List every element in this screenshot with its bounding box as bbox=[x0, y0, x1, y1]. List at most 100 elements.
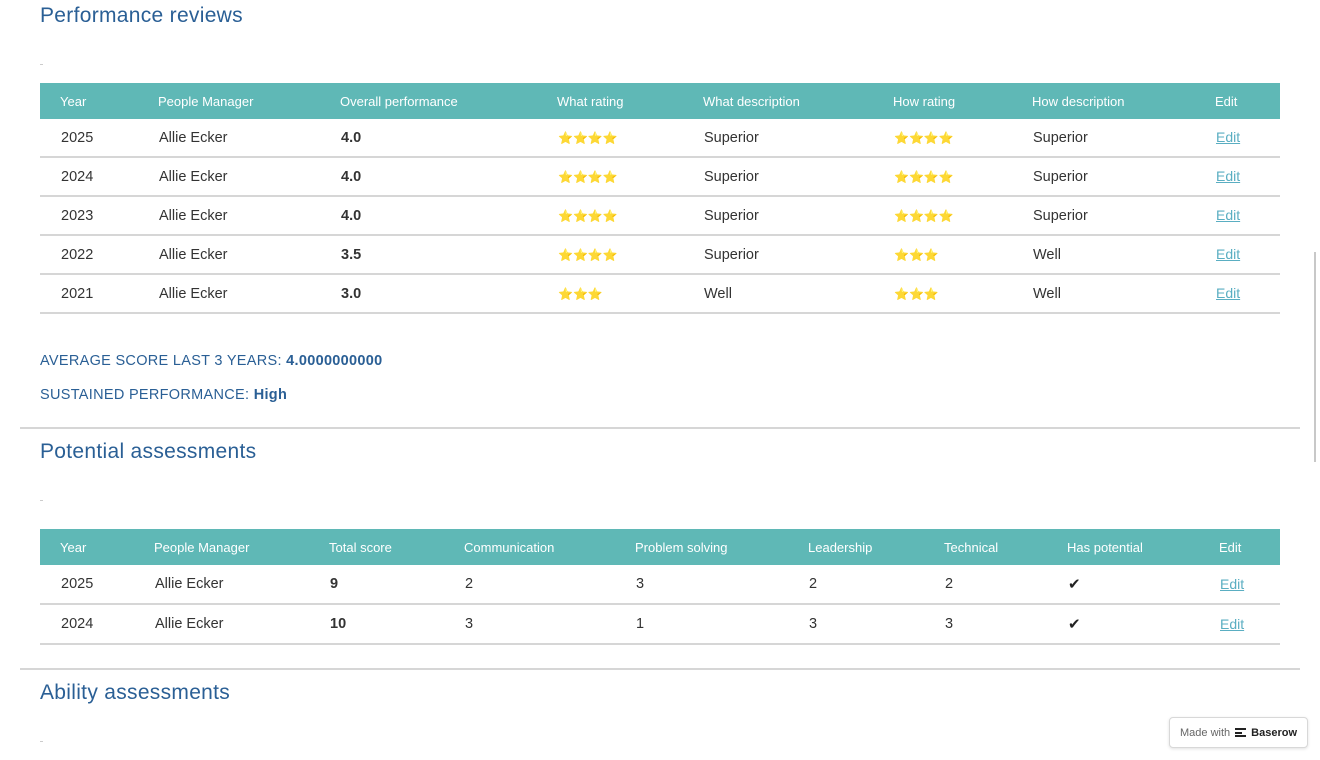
manager-cell: Allie Ecker bbox=[134, 604, 309, 645]
year-cell: 2021 bbox=[40, 274, 138, 314]
what-rating-stars: ⭐⭐⭐ bbox=[558, 286, 603, 301]
col-header-what-rating: What rating bbox=[537, 83, 683, 119]
what-rating-stars: ⭐⭐⭐⭐ bbox=[558, 130, 618, 145]
average-score-line: AVERAGE SCORE LAST 3 YEARS: 4.0000000000 bbox=[40, 353, 383, 369]
manager-cell: Allie Ecker bbox=[134, 565, 309, 605]
col-header-has-potential: Has potential bbox=[1047, 529, 1199, 565]
edit-link[interactable]: Edit bbox=[1216, 285, 1240, 301]
table-row: 2024 Allie Ecker 10 3 1 3 3 ✔ Edit bbox=[40, 604, 1280, 645]
manager-cell: Allie Ecker bbox=[138, 235, 320, 275]
col-header-people-manager: People Manager bbox=[138, 83, 320, 119]
col-header-problem-solving: Problem solving bbox=[615, 529, 788, 565]
how-rating-stars: ⭐⭐⭐ bbox=[894, 247, 939, 262]
overall-cell: 4.0 bbox=[320, 196, 537, 236]
table-row: 2022 Allie Ecker 3.5 ⭐⭐⭐⭐ Superior ⭐⭐⭐ W… bbox=[40, 235, 1280, 275]
potential-table: Year People Manager Total score Communic… bbox=[40, 529, 1280, 645]
col-header-edit: Edit bbox=[1199, 529, 1280, 565]
what-rating-stars: ⭐⭐⭐⭐ bbox=[558, 169, 618, 184]
col-header-people-manager: People Manager bbox=[134, 529, 309, 565]
how-description-cell: Well bbox=[1012, 235, 1195, 275]
made-with-baserow-badge[interactable]: Made with Baserow bbox=[1169, 717, 1308, 748]
table-row: 2025 Allie Ecker 9 2 3 2 2 ✔ Edit bbox=[40, 565, 1280, 605]
average-score-label: AVERAGE SCORE LAST 3 YEARS: bbox=[40, 353, 282, 369]
potential-header-row: Year People Manager Total score Communic… bbox=[40, 529, 1280, 565]
checkmark-icon: ✔ bbox=[1068, 616, 1081, 633]
what-description-cell: Superior bbox=[683, 235, 873, 275]
how-description-cell: Superior bbox=[1012, 196, 1195, 236]
what-rating-stars: ⭐⭐⭐⭐ bbox=[558, 208, 618, 223]
overall-cell: 3.5 bbox=[320, 235, 537, 275]
edit-link[interactable]: Edit bbox=[1220, 616, 1244, 632]
table-row: 2024 Allie Ecker 4.0 ⭐⭐⭐⭐ Superior ⭐⭐⭐⭐ … bbox=[40, 157, 1280, 197]
sustained-performance-value: High bbox=[253, 387, 288, 403]
leadership-cell: 2 bbox=[788, 565, 924, 605]
ability-section-title: Ability assessments bbox=[40, 681, 231, 704]
table-row: 2023 Allie Ecker 4.0 ⭐⭐⭐⭐ Superior ⭐⭐⭐⭐ … bbox=[40, 196, 1280, 236]
baserow-logo-icon bbox=[1235, 728, 1247, 737]
section-separator bbox=[40, 741, 43, 742]
performance-header-row: Year People Manager Overall performance … bbox=[40, 83, 1280, 119]
year-cell: 2024 bbox=[40, 157, 138, 197]
col-header-total-score: Total score bbox=[309, 529, 444, 565]
problem-solving-cell: 3 bbox=[615, 565, 788, 605]
col-header-leadership: Leadership bbox=[788, 529, 924, 565]
section-divider bbox=[20, 427, 1300, 429]
col-header-how-description: How description bbox=[1012, 83, 1195, 119]
col-header-year: Year bbox=[40, 83, 138, 119]
col-header-year: Year bbox=[40, 529, 134, 565]
baserow-brand-name: Baserow bbox=[1251, 726, 1297, 739]
how-rating-stars: ⭐⭐⭐⭐ bbox=[894, 169, 954, 184]
section-separator bbox=[40, 64, 43, 65]
communication-cell: 2 bbox=[444, 565, 615, 605]
scrollbar-thumb[interactable] bbox=[1314, 252, 1316, 462]
overall-cell: 4.0 bbox=[320, 157, 537, 197]
how-description-cell: Superior bbox=[1012, 157, 1195, 197]
overall-cell: 3.0 bbox=[320, 274, 537, 314]
what-description-cell: Well bbox=[683, 274, 873, 314]
what-description-cell: Superior bbox=[683, 157, 873, 197]
how-description-cell: Superior bbox=[1012, 119, 1195, 158]
checkmark-icon: ✔ bbox=[1068, 576, 1081, 593]
col-header-how-rating: How rating bbox=[873, 83, 1012, 119]
how-rating-stars: ⭐⭐⭐⭐ bbox=[894, 130, 954, 145]
col-header-technical: Technical bbox=[924, 529, 1047, 565]
section-separator bbox=[40, 500, 43, 501]
what-rating-stars: ⭐⭐⭐⭐ bbox=[558, 247, 618, 262]
col-header-communication: Communication bbox=[444, 529, 615, 565]
col-header-overall-performance: Overall performance bbox=[320, 83, 537, 119]
col-header-what-description: What description bbox=[683, 83, 873, 119]
year-cell: 2024 bbox=[40, 604, 134, 645]
manager-cell: Allie Ecker bbox=[138, 119, 320, 158]
performance-section-title: Performance reviews bbox=[40, 4, 243, 27]
edit-link[interactable]: Edit bbox=[1216, 168, 1240, 184]
communication-cell: 3 bbox=[444, 604, 615, 645]
table-row: 2025 Allie Ecker 4.0 ⭐⭐⭐⭐ Superior ⭐⭐⭐⭐ … bbox=[40, 119, 1280, 158]
how-rating-stars: ⭐⭐⭐ bbox=[894, 286, 939, 301]
year-cell: 2023 bbox=[40, 196, 138, 236]
overall-cell: 4.0 bbox=[320, 119, 537, 158]
edit-link[interactable]: Edit bbox=[1220, 576, 1244, 592]
edit-link[interactable]: Edit bbox=[1216, 129, 1240, 145]
total-score-cell: 9 bbox=[309, 565, 444, 605]
edit-link[interactable]: Edit bbox=[1216, 207, 1240, 223]
problem-solving-cell: 1 bbox=[615, 604, 788, 645]
table-row: 2021 Allie Ecker 3.0 ⭐⭐⭐ Well ⭐⭐⭐ Well E… bbox=[40, 274, 1280, 314]
performance-table: Year People Manager Overall performance … bbox=[40, 83, 1280, 314]
sustained-performance-label: SUSTAINED PERFORMANCE: bbox=[40, 387, 250, 403]
edit-link[interactable]: Edit bbox=[1216, 246, 1240, 262]
manager-cell: Allie Ecker bbox=[138, 196, 320, 236]
how-rating-stars: ⭐⭐⭐⭐ bbox=[894, 208, 954, 223]
year-cell: 2025 bbox=[40, 565, 134, 605]
potential-section-title: Potential assessments bbox=[40, 440, 257, 463]
manager-cell: Allie Ecker bbox=[138, 157, 320, 197]
made-with-label: Made with bbox=[1180, 726, 1231, 739]
how-description-cell: Well bbox=[1012, 274, 1195, 314]
sustained-performance-line: SUSTAINED PERFORMANCE: High bbox=[40, 387, 287, 403]
what-description-cell: Superior bbox=[683, 119, 873, 158]
technical-cell: 3 bbox=[924, 604, 1047, 645]
col-header-edit: Edit bbox=[1195, 83, 1280, 119]
average-score-value: 4.0000000000 bbox=[286, 353, 383, 369]
total-score-cell: 10 bbox=[309, 604, 444, 645]
year-cell: 2025 bbox=[40, 119, 138, 158]
section-divider bbox=[20, 668, 1300, 670]
